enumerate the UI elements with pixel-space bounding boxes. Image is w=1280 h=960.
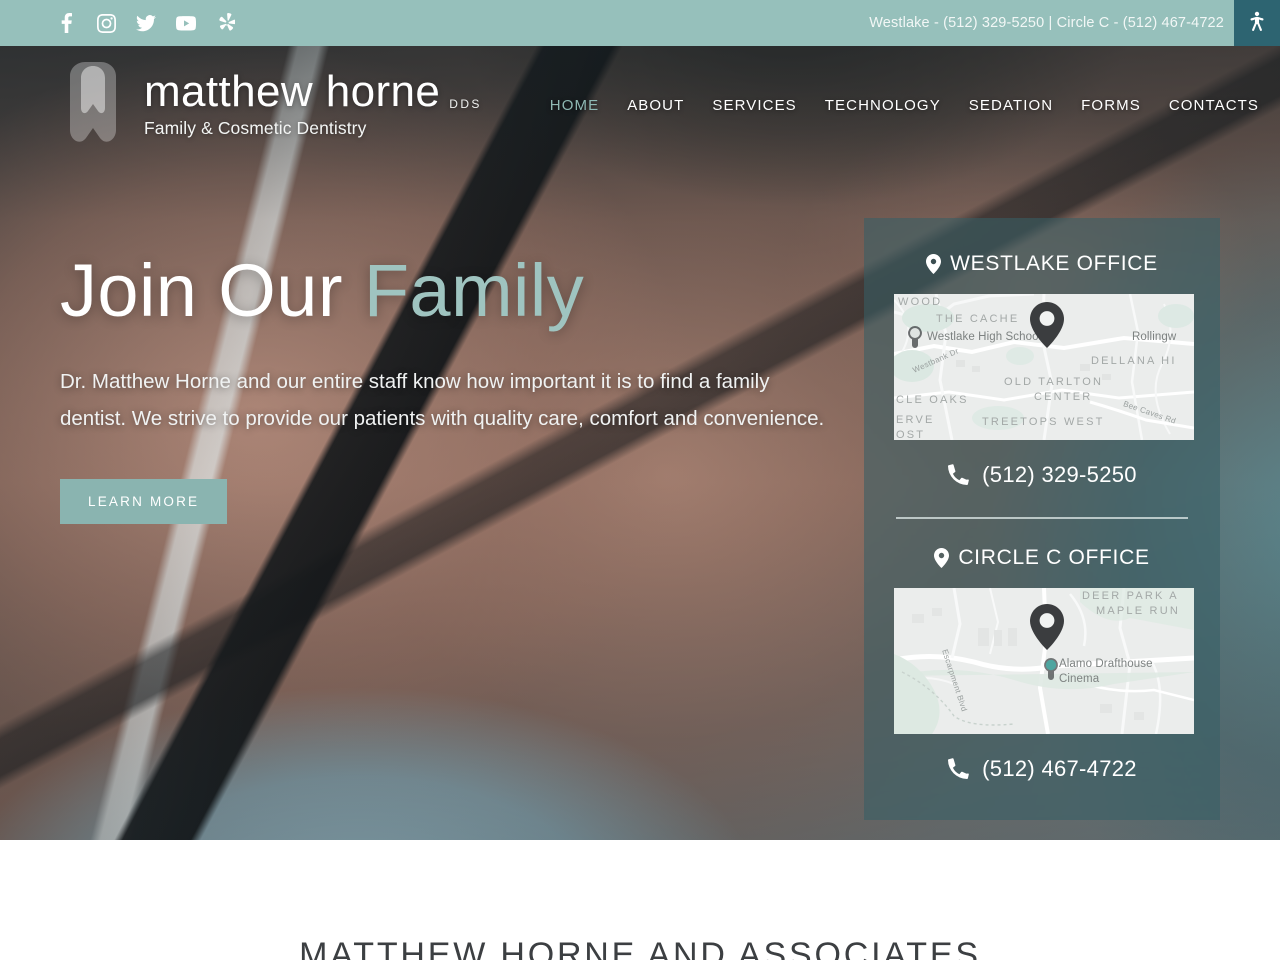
cinema-poi-icon (1044, 658, 1058, 680)
nav-item-services[interactable]: SERVICES (712, 97, 796, 114)
logo-tagline: Family & Cosmetic Dentistry (144, 117, 367, 138)
logo-text-block: matthew horne DDS Family & Cosmetic Dent… (144, 66, 482, 139)
accessibility-icon[interactable] (1234, 0, 1280, 46)
twitter-icon[interactable] (135, 12, 157, 34)
site-logo[interactable]: matthew horne DDS Family & Cosmetic Dent… (58, 60, 482, 148)
hero-headline: Join Our Family (60, 249, 850, 332)
map-pin-icon (926, 254, 942, 274)
nav-item-forms[interactable]: FORMS (1081, 97, 1141, 114)
circlec-phone[interactable]: (512) 467-4722 (894, 756, 1190, 782)
map-pin-icon (934, 548, 950, 568)
offices-card: WESTLAKE OFFICE WOOD THE CACHE Westlake … (864, 218, 1220, 820)
nav-item-contacts[interactable]: CONTACTS (1169, 97, 1259, 114)
westlake-phone-number: (512) 329-5250 (982, 462, 1137, 487)
hero-headline-primary: Join Our (60, 249, 364, 332)
instagram-icon[interactable] (95, 12, 117, 34)
circlec-map-pin (1030, 604, 1064, 650)
offices-divider (896, 517, 1188, 519)
facebook-icon[interactable] (55, 12, 77, 34)
westlake-office-heading: WESTLAKE OFFICE (894, 252, 1190, 276)
westlake-office-title: WESTLAKE OFFICE (950, 252, 1158, 275)
hero-paragraph: Dr. Matthew Horne and our entire staff k… (60, 370, 825, 430)
school-poi-icon (908, 326, 922, 348)
circlec-office-heading: CIRCLE C OFFICE (894, 546, 1190, 570)
below-fold-section: MATTHEW HORNE AND ASSOCIATES (0, 840, 1280, 960)
nav-item-sedation[interactable]: SEDATION (969, 97, 1053, 114)
tooth-logo-icon (70, 62, 116, 142)
site-header: matthew horne DDS Family & Cosmetic Dent… (0, 46, 1280, 162)
main-navigation: HOME ABOUT SERVICES TECHNOLOGY SEDATION … (550, 95, 1259, 114)
nav-item-home[interactable]: HOME (550, 97, 599, 114)
westlake-map[interactable]: WOOD THE CACHE Westlake High School Roll… (894, 294, 1194, 440)
logo-name: matthew horne (144, 66, 441, 116)
associates-heading: MATTHEW HORNE AND ASSOCIATES (299, 936, 981, 960)
circlec-office-title: CIRCLE C OFFICE (958, 546, 1150, 569)
phone-icon (948, 464, 969, 486)
social-links (55, 12, 237, 34)
topbar-phone-text[interactable]: Westlake - (512) 329-5250 | Circle C - (… (869, 15, 1224, 31)
westlake-phone[interactable]: (512) 329-5250 (894, 462, 1190, 488)
westlake-map-pin (1030, 302, 1064, 348)
top-utility-bar: Westlake - (512) 329-5250 | Circle C - (… (0, 0, 1280, 46)
learn-more-button[interactable]: LEARN MORE (60, 479, 228, 525)
yelp-icon[interactable] (215, 12, 237, 34)
circlec-map[interactable]: DEER PARK A MAPLE RUN Alamo Drafthouse C… (894, 588, 1194, 734)
phone-icon (948, 758, 969, 780)
nav-item-technology[interactable]: TECHNOLOGY (825, 97, 941, 114)
circlec-phone-number: (512) 467-4722 (982, 756, 1137, 781)
hero-content: Join Our Family Dr. Matthew Horne and ou… (60, 249, 850, 525)
logo-credential: DDS (449, 96, 482, 111)
youtube-icon[interactable] (175, 12, 197, 34)
hero-headline-accent: Family (363, 249, 585, 332)
nav-item-about[interactable]: ABOUT (627, 97, 684, 114)
hero-section: matthew horne DDS Family & Cosmetic Dent… (0, 46, 1280, 840)
